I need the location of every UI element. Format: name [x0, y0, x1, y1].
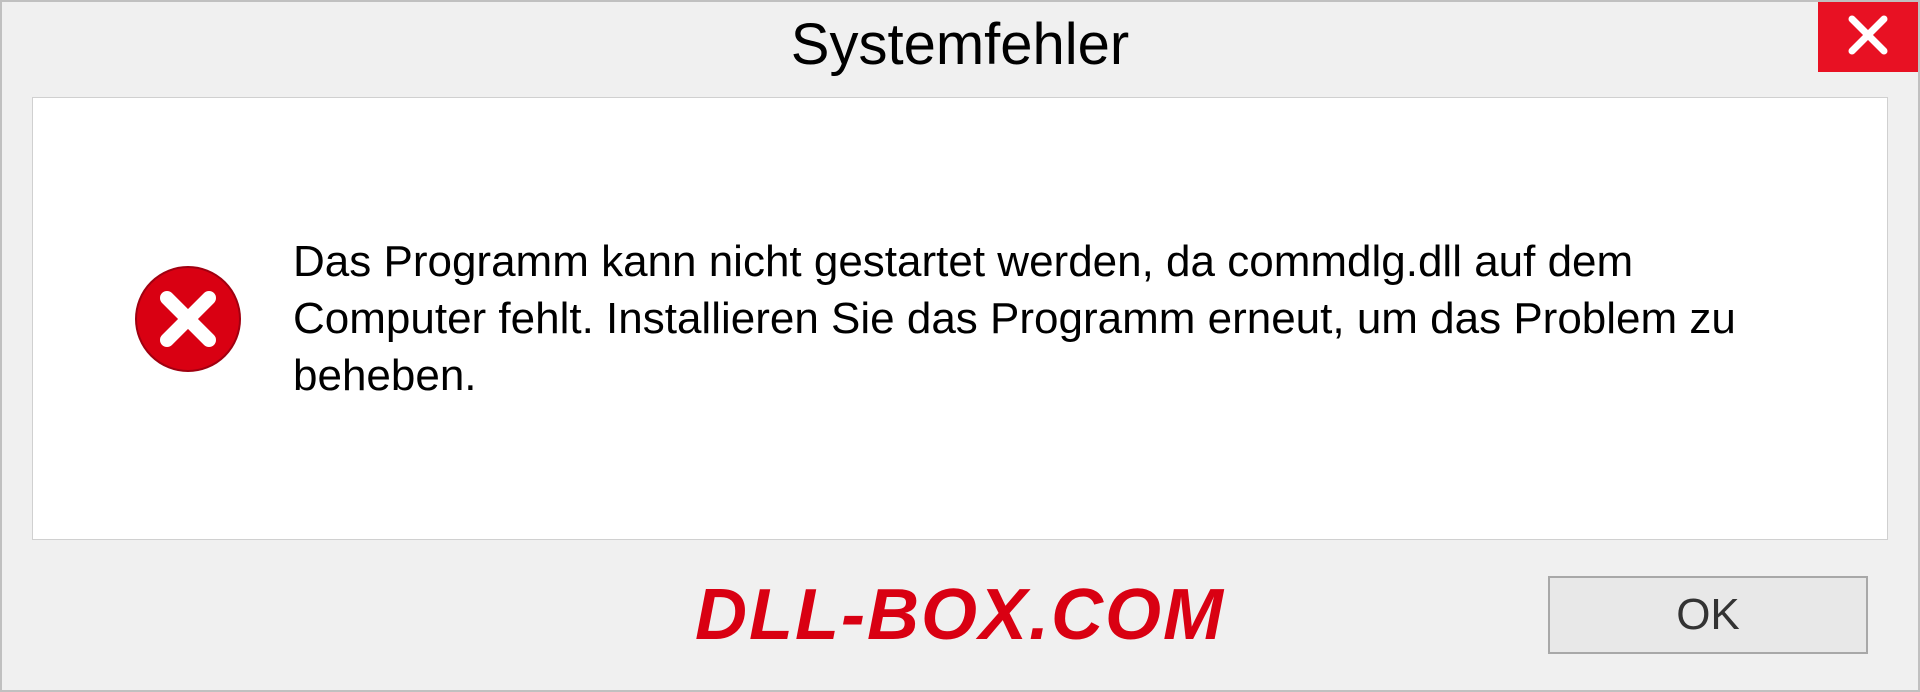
- error-message: Das Programm kann nicht gestartet werden…: [293, 233, 1827, 405]
- content-area: Das Programm kann nicht gestartet werden…: [32, 97, 1888, 540]
- close-button[interactable]: [1818, 2, 1918, 72]
- dialog-title: Systemfehler: [791, 11, 1129, 78]
- error-icon: [133, 264, 243, 374]
- watermark-text: DLL-BOX.COM: [695, 574, 1225, 656]
- dialog-footer: DLL-BOX.COM OK: [2, 560, 1918, 690]
- titlebar: Systemfehler: [2, 2, 1918, 87]
- ok-button[interactable]: OK: [1548, 576, 1868, 654]
- error-dialog: Systemfehler Das Programm kann nicht ges…: [0, 0, 1920, 692]
- close-icon: [1846, 13, 1890, 62]
